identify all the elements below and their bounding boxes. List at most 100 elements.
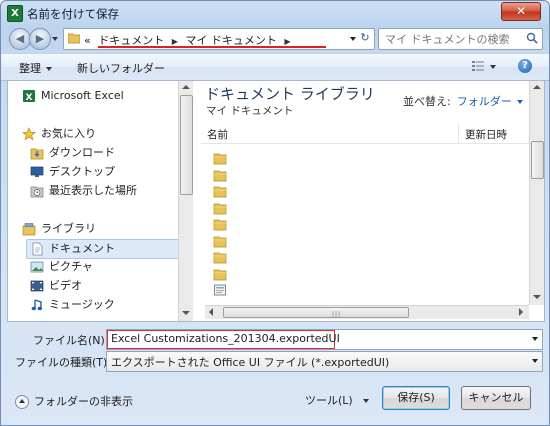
close-button[interactable]: ✕ [501, 2, 541, 21]
scroll-up-arrow[interactable] [182, 85, 190, 89]
refresh-icon[interactable]: ↻ [359, 31, 371, 45]
library-title: ドキュメント ライブラリ [205, 85, 375, 103]
file-type-value: エクスポートされた Office UI ファイル (*.exportedUI) [111, 356, 390, 369]
file-name-field[interactable]: Excel Customizations_201304.exportedUI [106, 329, 543, 350]
nav-label: ビデオ [49, 279, 82, 292]
nav-item-music[interactable]: ミュージック [30, 296, 115, 314]
folder-icon[interactable] [213, 151, 227, 165]
nav-label: お気に入り [41, 127, 96, 140]
file-type-label: ファイルの種類(T): [15, 356, 112, 369]
column-divider[interactable] [458, 123, 459, 143]
arrange-by[interactable]: 並べ替え: フォルダー [403, 93, 523, 109]
navigation-pane[interactable]: X Microsoft Excel お気に入り ダウンロード デスクトップ 最近表… [8, 81, 178, 321]
recent-pages-dropdown[interactable] [52, 37, 58, 41]
grip-icon: ||| [332, 311, 342, 318]
recent-places-icon [30, 186, 44, 198]
documents-icon [32, 242, 43, 256]
nav-item-recent-places[interactable]: 最近表示した場所 [30, 182, 137, 200]
file-list-scrollbar[interactable] [529, 81, 544, 305]
chevron-down-icon [362, 399, 369, 403]
desktop-icon [30, 166, 44, 177]
help-icon[interactable]: ? [518, 59, 532, 73]
breadcrumb-separator[interactable]: ▶ [284, 37, 290, 46]
folder-icon[interactable] [213, 267, 227, 281]
address-bar[interactable]: « ドキュメント ▶ マイ ドキュメント ▶ ↻ [63, 28, 375, 50]
chevron-down-icon [516, 100, 523, 104]
nav-item-downloads[interactable]: ダウンロード [30, 144, 115, 162]
new-folder-button[interactable]: 新しいフォルダー [77, 60, 165, 76]
search-input[interactable] [383, 31, 523, 47]
nav-label: ドキュメント [49, 242, 115, 255]
excel-icon: X [7, 5, 23, 22]
address-highlight [98, 46, 326, 48]
nav-item-microsoft-excel[interactable]: X Microsoft Excel [22, 87, 124, 105]
arrange-value[interactable]: フォルダー [457, 95, 512, 108]
save-button[interactable]: 保存(S) [382, 386, 450, 410]
view-options-icon[interactable] [471, 60, 485, 72]
navigation-scrollbar[interactable] [178, 81, 193, 321]
file-icon[interactable] [213, 283, 227, 297]
command-bar: 整理 新しいフォルダー ? [1, 53, 549, 81]
svg-text:X: X [26, 93, 33, 103]
scrollbar-thumb[interactable] [531, 141, 544, 179]
folder-icon[interactable] [213, 184, 227, 198]
view-dropdown-icon[interactable] [490, 65, 496, 69]
address-dropdown-arrow[interactable] [350, 37, 356, 41]
back-button[interactable]: ◀ [9, 28, 31, 50]
breadcrumb-overflow[interactable]: « [84, 34, 91, 47]
file-name-label: ファイル名(N): [33, 334, 109, 347]
navigation-bar: ◀ ▶ « ドキュメント ▶ マイ ドキュメント ▶ ↻ [1, 25, 549, 53]
folder-icon [68, 33, 80, 44]
nav-item-libraries[interactable]: ライブラリ [22, 220, 96, 238]
chevron-up-icon [15, 395, 29, 409]
nav-item-documents[interactable]: ドキュメント [26, 239, 178, 259]
tools-menu[interactable]: ツール(L) [305, 392, 369, 408]
hide-folders-toggle[interactable]: フォルダーの非表示 [15, 393, 133, 409]
breadcrumb-separator[interactable]: ▶ [172, 37, 178, 46]
scrollbar-thumb[interactable] [180, 95, 193, 195]
nav-item-desktop[interactable]: デスクトップ [30, 163, 115, 181]
search-icon[interactable] [526, 32, 538, 44]
horizontal-scrollbar[interactable]: ||| [205, 305, 529, 319]
music-icon [31, 299, 42, 311]
cancel-button[interactable]: キャンセル [461, 386, 531, 410]
file-name-value[interactable]: Excel Customizations_201304.exportedUI [111, 332, 340, 345]
column-name[interactable]: 名前 [207, 127, 228, 142]
folder-icon[interactable] [213, 168, 227, 182]
nav-label: Microsoft Excel [41, 89, 124, 102]
organize-button[interactable]: 整理 [19, 60, 52, 76]
nav-label: デスクトップ [49, 165, 115, 178]
nav-label: ダウンロード [49, 146, 115, 159]
nav-item-videos[interactable]: ビデオ [30, 277, 82, 295]
forward-button[interactable]: ▶ [29, 28, 51, 50]
column-header: 名前 更新日時 [201, 123, 529, 144]
scrollbar-thumb[interactable]: ||| [223, 307, 409, 318]
scroll-down-arrow[interactable] [182, 311, 190, 315]
search-box[interactable] [378, 28, 543, 50]
star-icon [22, 127, 36, 141]
download-folder-icon [30, 148, 44, 160]
file-list-pane: ドキュメント ライブラリ マイ ドキュメント 並べ替え: フォルダー 名前 更新日… [193, 81, 544, 321]
nav-item-favorites[interactable]: お気に入り [22, 125, 96, 143]
pictures-icon [30, 261, 44, 273]
chevron-down-icon[interactable] [532, 337, 538, 341]
scroll-down-arrow[interactable] [533, 295, 541, 299]
scroll-left-arrow[interactable] [209, 308, 213, 316]
scroll-up-arrow[interactable] [533, 85, 541, 89]
arrange-label: 並べ替え: [403, 95, 451, 108]
chevron-down-icon[interactable] [532, 359, 538, 363]
organize-label: 整理 [19, 62, 41, 75]
folder-icon[interactable] [213, 201, 227, 215]
folder-icon[interactable] [213, 234, 227, 248]
scroll-right-arrow[interactable] [519, 308, 523, 316]
column-date-modified[interactable]: 更新日時 [465, 127, 507, 142]
nav-label: 最近表示した場所 [49, 184, 137, 197]
file-type-select[interactable]: エクスポートされた Office UI ファイル (*.exportedUI) [106, 351, 543, 372]
library-icon [22, 223, 36, 236]
browser-area: X Microsoft Excel お気に入り ダウンロード デスクトップ 最近表… [7, 80, 545, 322]
folder-icon[interactable] [213, 250, 227, 264]
nav-label: ミュージック [49, 298, 115, 311]
folder-icon[interactable] [213, 217, 227, 231]
nav-item-pictures[interactable]: ピクチャ [30, 258, 93, 276]
excel-icon: X [23, 90, 35, 103]
